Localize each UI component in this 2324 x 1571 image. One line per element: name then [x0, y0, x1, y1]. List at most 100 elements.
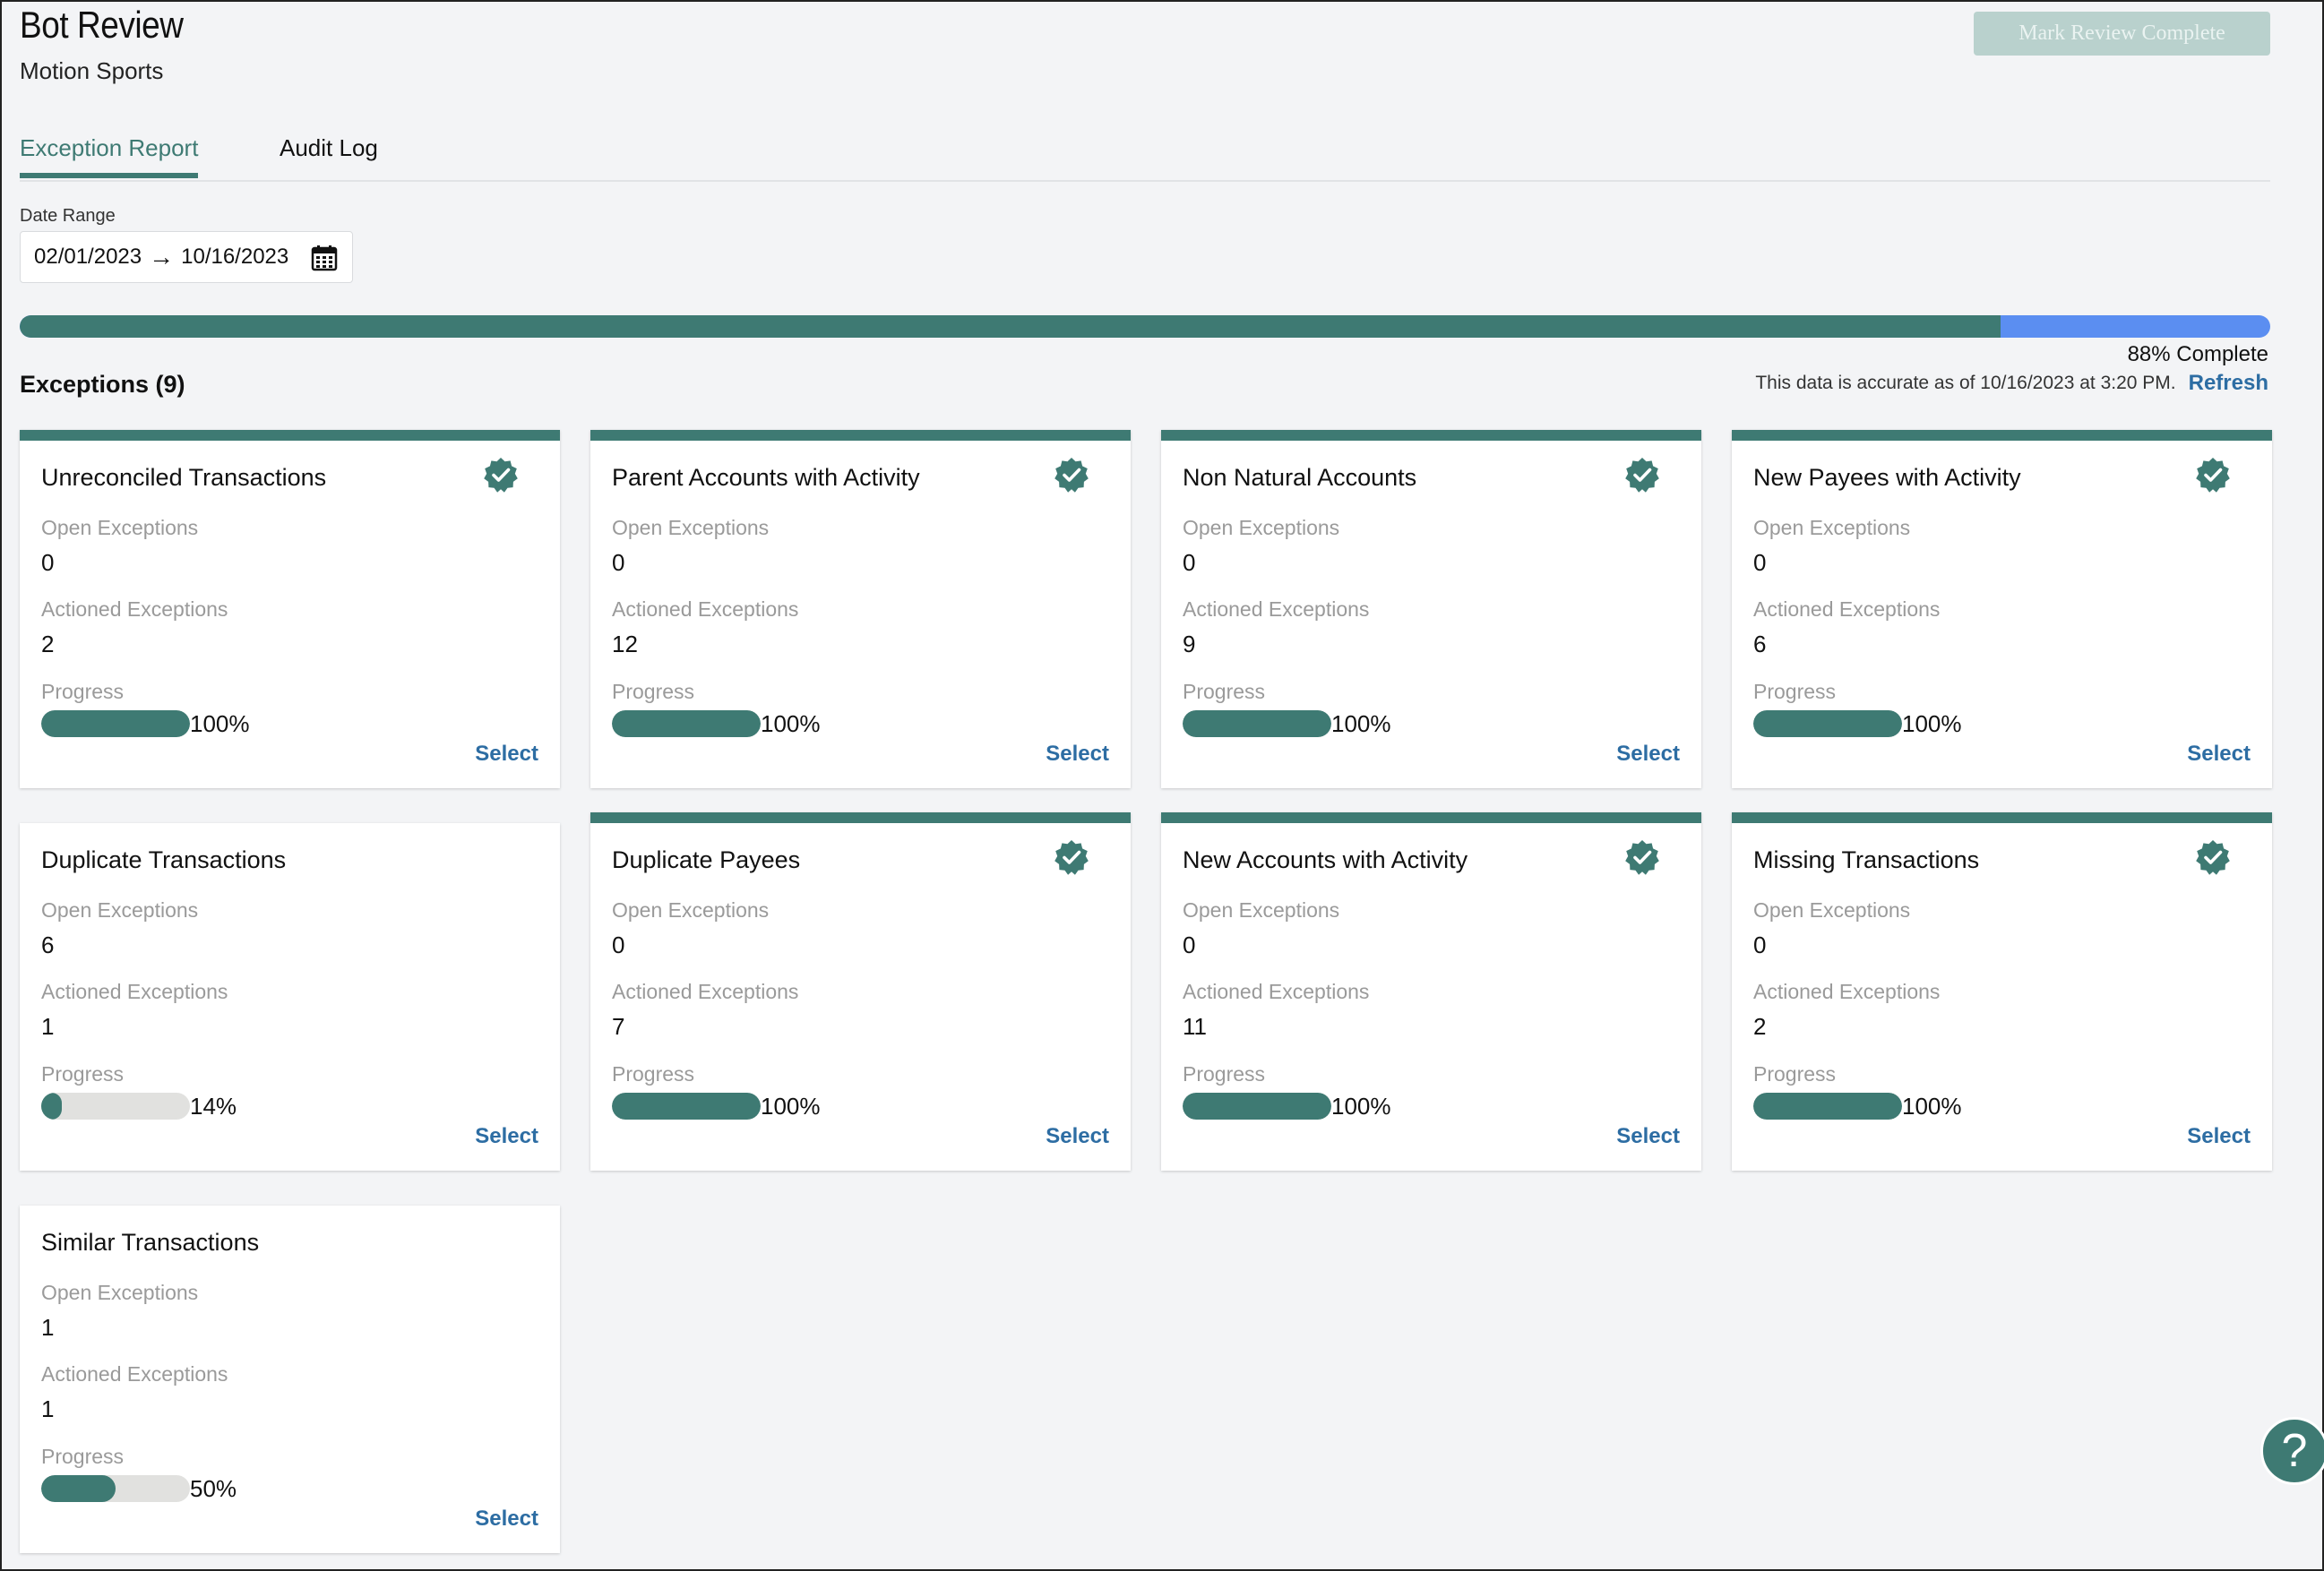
exception-card: Parent Accounts with Activity Open Except… — [590, 430, 1131, 788]
exception-card: Missing Transactions Open Exceptions 0 Acti… — [1732, 812, 2272, 1171]
select-link[interactable]: Select — [475, 742, 538, 767]
open-exceptions-label: Open Exceptions — [1753, 898, 1911, 922]
card-progress-bar — [612, 1093, 761, 1120]
exception-card: Unreconciled Transactions Open Exceptions… — [20, 430, 560, 788]
select-link[interactable]: Select — [2187, 742, 2251, 767]
open-exceptions-value: 0 — [1753, 931, 1767, 958]
card-progress-fill — [41, 1093, 63, 1120]
open-exceptions-label: Open Exceptions — [41, 1281, 199, 1304]
progress-label: Progress — [1753, 1062, 1837, 1086]
card-title: New Accounts with Activity — [1183, 846, 1468, 873]
exception-card: Duplicate Transactions Open Exceptions 6 Ac… — [20, 823, 560, 1171]
card-progress-fill — [1183, 1093, 1331, 1120]
actioned-exceptions-label: Actioned Exceptions — [612, 597, 799, 621]
actioned-exceptions-label: Actioned Exceptions — [41, 1362, 228, 1386]
open-exceptions-label: Open Exceptions — [41, 898, 199, 922]
page-title: Bot Review — [20, 4, 184, 46]
actioned-exceptions-value: 7 — [612, 1013, 625, 1040]
data-accuracy-note: This data is accurate as of 10/16/2023 a… — [1755, 371, 2268, 396]
select-link[interactable]: Select — [475, 1124, 538, 1149]
open-exceptions-label: Open Exceptions — [41, 516, 199, 539]
select-link[interactable]: Select — [1046, 742, 1109, 767]
progress-label: Progress — [612, 1062, 695, 1086]
card-progress-percent: 100% — [1902, 1093, 1962, 1120]
card-progress-percent: 50% — [190, 1475, 237, 1502]
exception-card: New Accounts with Activity Open Exception… — [1161, 812, 1701, 1171]
card-title: Duplicate Transactions — [41, 846, 287, 873]
page-subtitle: Motion Sports — [20, 57, 164, 84]
card-progress-bar — [1183, 1093, 1331, 1120]
exceptions-heading: Exceptions (9) — [20, 371, 185, 398]
card-title: Similar Transactions — [41, 1229, 260, 1256]
card-progress-fill — [612, 710, 761, 737]
open-exceptions-value: 0 — [1183, 549, 1196, 576]
open-exceptions-value: 0 — [612, 549, 625, 576]
card-progress-percent: 100% — [1331, 710, 1391, 737]
verified-check-icon — [1054, 458, 1089, 493]
open-exceptions-label: Open Exceptions — [612, 898, 770, 922]
open-exceptions-label: Open Exceptions — [612, 516, 770, 539]
open-exceptions-value: 0 — [1753, 549, 1767, 576]
card-progress-bar — [41, 1475, 190, 1502]
tab-bar: Exception Report Audit Log — [20, 127, 2270, 182]
card-progress-percent: 100% — [1331, 1093, 1391, 1120]
card-progress-percent: 14% — [190, 1093, 237, 1120]
card-progress-fill — [612, 1093, 761, 1120]
card-title: Parent Accounts with Activity — [612, 464, 920, 491]
accuracy-text: This data is accurate as of 10/16/2023 a… — [1755, 373, 2176, 393]
tab-audit-log[interactable]: Audit Log — [280, 134, 378, 178]
verified-check-icon — [2196, 840, 2230, 875]
select-link[interactable]: Select — [1616, 742, 1680, 767]
verified-check-icon — [1625, 458, 1659, 493]
card-progress-fill — [41, 1475, 116, 1502]
card-title: Missing Transactions — [1753, 846, 1980, 873]
actioned-exceptions-label: Actioned Exceptions — [41, 980, 228, 1003]
date-range-end: 10/16/2023 — [181, 245, 289, 269]
actioned-exceptions-value: 1 — [41, 1013, 55, 1040]
open-exceptions-value: 6 — [41, 931, 55, 958]
verified-check-icon — [2196, 458, 2230, 493]
exception-card: New Payees with Activity Open Exceptions 0… — [1732, 430, 2272, 788]
card-progress-bar — [1753, 1093, 1902, 1120]
date-range-start: 02/01/2023 — [34, 245, 142, 269]
help-button[interactable]: ? — [2260, 1417, 2324, 1485]
select-link[interactable]: Select — [475, 1507, 538, 1532]
tab-exception-report[interactable]: Exception Report — [20, 134, 199, 178]
card-progress-percent: 100% — [761, 1093, 821, 1120]
calendar-icon[interactable] — [311, 245, 338, 271]
verified-check-icon — [1625, 840, 1659, 875]
actioned-exceptions-label: Actioned Exceptions — [1753, 980, 1941, 1003]
select-link[interactable]: Select — [1046, 1124, 1109, 1149]
open-exceptions-value: 1 — [41, 1314, 55, 1341]
card-progress-fill — [1183, 710, 1331, 737]
select-link[interactable]: Select — [2187, 1124, 2251, 1149]
exception-card: Non Natural Accounts Open Exceptions 0 Acti… — [1161, 430, 1701, 788]
actioned-exceptions-value: 6 — [1753, 631, 1767, 657]
card-progress-percent: 100% — [1902, 710, 1962, 737]
progress-label: Progress — [41, 1062, 125, 1086]
progress-label: Progress — [41, 1445, 125, 1468]
actioned-exceptions-label: Actioned Exceptions — [41, 597, 228, 621]
date-range-label: Date Range — [20, 206, 116, 226]
refresh-link[interactable]: Refresh — [2189, 371, 2268, 396]
actioned-exceptions-value: 11 — [1183, 1013, 1207, 1040]
select-link[interactable]: Select — [1616, 1124, 1680, 1149]
exception-card: Duplicate Payees Open Exceptions 0 Actioned… — [590, 812, 1131, 1171]
progress-label: Progress — [612, 680, 695, 703]
mark-review-complete-button[interactable]: Mark Review Complete — [1974, 12, 2270, 56]
card-title: Unreconciled Transactions — [41, 464, 327, 491]
card-progress-fill — [1753, 1093, 1902, 1120]
card-title: Duplicate Payees — [612, 846, 801, 873]
card-progress-percent: 100% — [761, 710, 821, 737]
open-exceptions-label: Open Exceptions — [1183, 898, 1340, 922]
card-title: Non Natural Accounts — [1183, 464, 1417, 491]
verified-check-icon — [484, 458, 518, 493]
actioned-exceptions-value: 12 — [612, 631, 638, 657]
actioned-exceptions-value: 9 — [1183, 631, 1196, 657]
actioned-exceptions-value: 2 — [1753, 1013, 1767, 1040]
card-progress-bar — [1753, 710, 1902, 737]
progress-label: Progress — [1183, 680, 1266, 703]
open-exceptions-label: Open Exceptions — [1183, 516, 1340, 539]
date-range-input[interactable]: 02/01/2023 → 10/16/2023 — [20, 231, 353, 283]
actioned-exceptions-value: 2 — [41, 631, 55, 657]
